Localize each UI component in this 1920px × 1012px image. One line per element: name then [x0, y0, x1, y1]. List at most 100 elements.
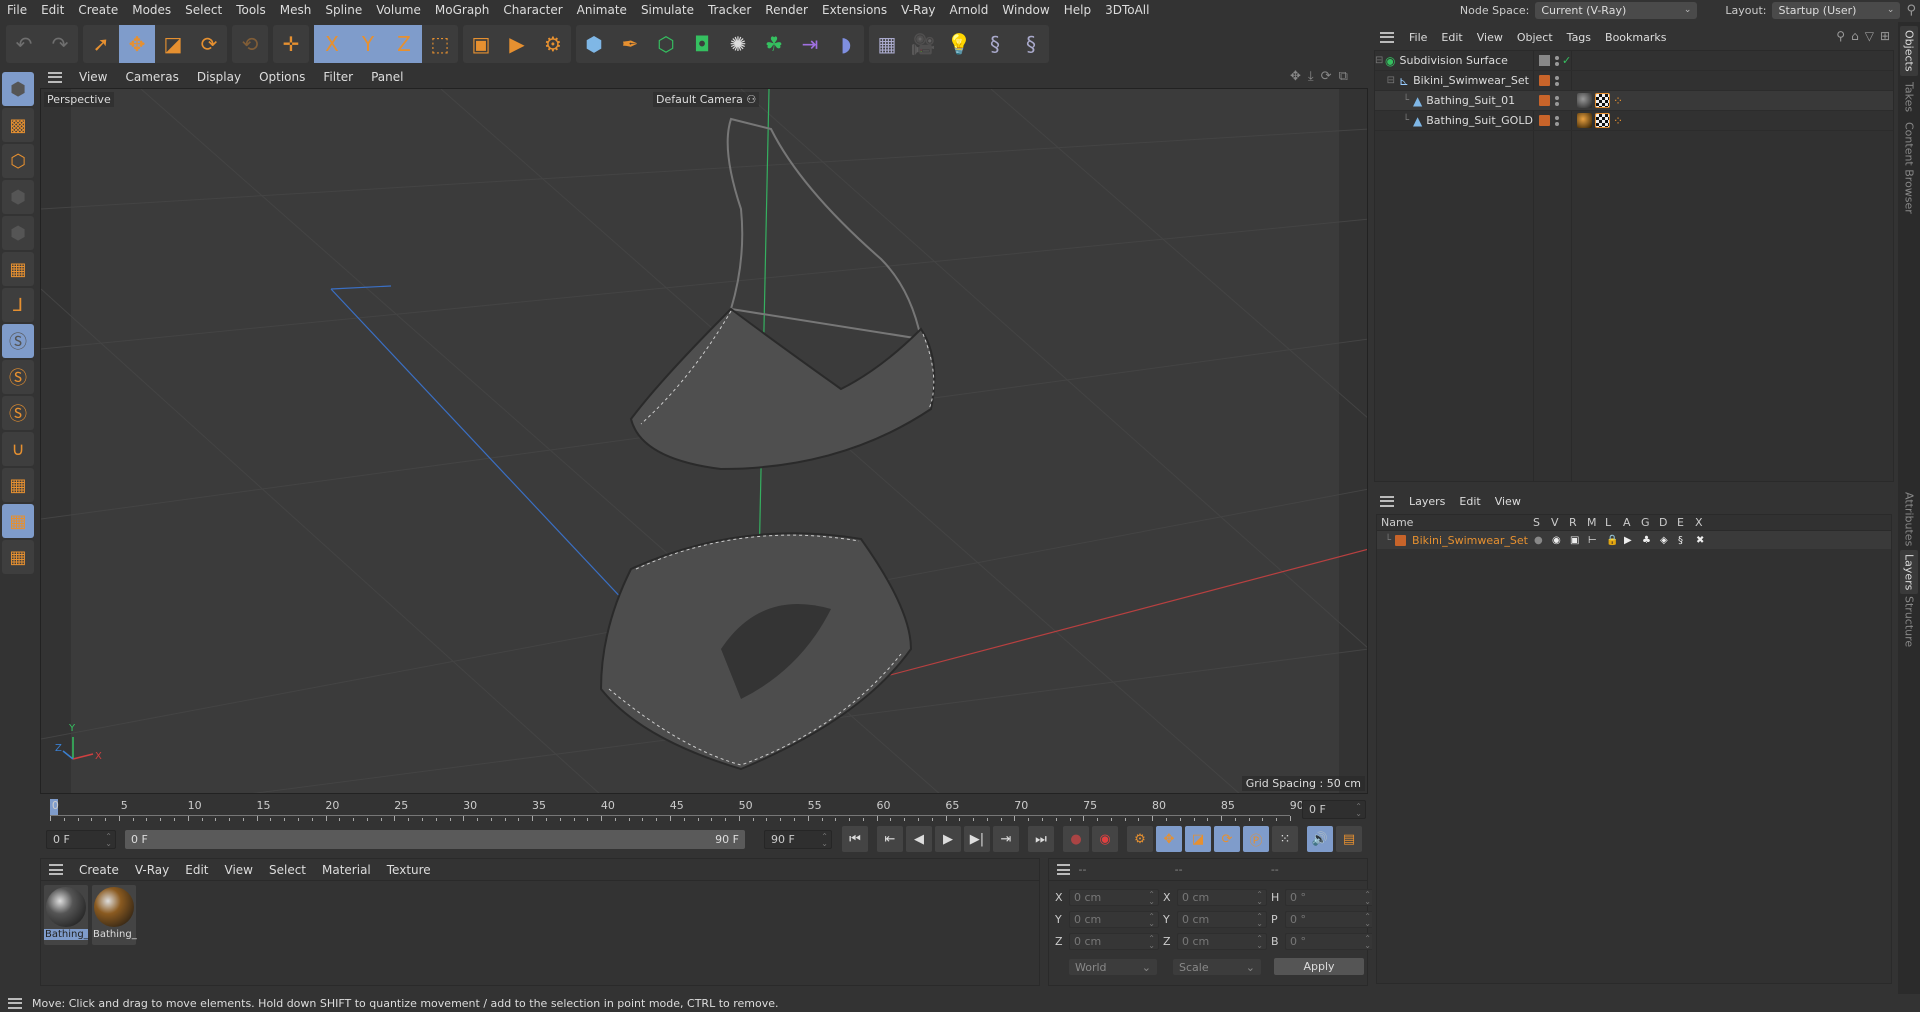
rotation-b-field[interactable]: 0 ° ⌃ ⌄: [1285, 933, 1375, 950]
layer-flag-a-icon[interactable]: ▶: [1624, 535, 1642, 546]
menu-render[interactable]: Render: [758, 3, 815, 17]
solo-off-button[interactable]: Ⓢ: [2, 324, 34, 358]
object-menu-edit[interactable]: Edit: [1434, 31, 1469, 44]
solo-button[interactable]: Ⓢ: [2, 360, 34, 394]
new-window-icon[interactable]: ⊞: [1880, 29, 1890, 43]
layer-flag-g-icon[interactable]: ♣: [1642, 535, 1660, 546]
layer-color-swatch[interactable]: [1539, 75, 1550, 86]
layer-flag-s-icon[interactable]: ●: [1534, 535, 1552, 546]
object-menu-icon[interactable]: [1380, 31, 1394, 43]
apply-button[interactable]: Apply: [1274, 958, 1364, 975]
layer-menu-icon[interactable]: [1380, 495, 1394, 507]
viewport-menu-display[interactable]: Display: [188, 70, 250, 84]
spinner-icon[interactable]: ⌃ ⌄: [1148, 934, 1155, 949]
layer-flag-d-icon[interactable]: ◈: [1660, 535, 1678, 546]
object-row[interactable]: ⊟ ⊾ Bikini_Swimwear_Set: [1375, 71, 1893, 91]
locked-workplane-button[interactable]: ▦: [2, 504, 34, 538]
viewport-menu-filter[interactable]: Filter: [314, 70, 362, 84]
visibility-dots[interactable]: [1555, 55, 1559, 66]
rotation-h-field[interactable]: 0 ° ⌃ ⌄: [1285, 889, 1375, 906]
layer-row[interactable]: └ Bikini_Swimwear_Set ● ◉ ▣ ⊢ 🔒 ▶ ♣ ◈ § ✖: [1377, 531, 1891, 549]
side-tab-structure[interactable]: Structure: [1900, 592, 1918, 651]
material-menu-icon[interactable]: [49, 864, 63, 875]
subdivision-button[interactable]: ⬡: [648, 25, 684, 63]
menu-3dtoall[interactable]: 3DToAll: [1098, 3, 1156, 17]
layer-menu-layers[interactable]: Layers: [1402, 495, 1452, 508]
spinner-icon[interactable]: ⌃ ⌄: [821, 832, 828, 847]
side-tab-takes[interactable]: Takes: [1900, 78, 1918, 116]
go-to-end-button[interactable]: ⏭: [1028, 826, 1054, 852]
layer-column-e[interactable]: E: [1675, 516, 1693, 529]
filter-icon[interactable]: ▽: [1865, 29, 1874, 43]
pen-button[interactable]: ✒: [612, 25, 648, 63]
object-menu-file[interactable]: File: [1402, 31, 1434, 44]
menu-select[interactable]: Select: [178, 3, 229, 17]
object-menu-view[interactable]: View: [1470, 31, 1510, 44]
menu-help[interactable]: Help: [1057, 3, 1098, 17]
material-menu-texture[interactable]: Texture: [379, 863, 439, 877]
spinner-icon[interactable]: ⌃ ⌄: [1256, 912, 1263, 927]
layer-flag-l-icon[interactable]: 🔒: [1606, 535, 1624, 546]
live-selection-button[interactable]: ➚: [83, 25, 119, 63]
viewport-menu-options[interactable]: Options: [250, 70, 314, 84]
side-tab-layers[interactable]: Layers: [1900, 550, 1918, 595]
layer-column-d[interactable]: D: [1657, 516, 1675, 529]
layer-flag-r-icon[interactable]: ▣: [1570, 535, 1588, 546]
autokey-button[interactable]: ◉: [1092, 826, 1118, 852]
render-picture-viewer-button[interactable]: ▶: [499, 25, 535, 63]
texture-mode-button[interactable]: ▩: [2, 108, 34, 142]
solo-hierarchy-button[interactable]: Ⓢ: [2, 396, 34, 430]
layer-flag-e-icon[interactable]: §: [1678, 535, 1696, 546]
dolly-icon[interactable]: ⤓: [1308, 69, 1314, 84]
position-z-field[interactable]: 0 cm ⌃ ⌄: [1069, 933, 1159, 950]
search-icon[interactable]: ⚲: [1836, 29, 1845, 43]
object-menu-object[interactable]: Object: [1510, 31, 1560, 44]
layer-menu-edit[interactable]: Edit: [1452, 495, 1487, 508]
key-parameter-button[interactable]: Ⓟ: [1243, 826, 1269, 852]
current-frame-field[interactable]: 0 F ⌃ ⌄: [1302, 800, 1366, 819]
layer-color-swatch[interactable]: [1539, 115, 1550, 126]
material-tag-icon[interactable]: [1577, 93, 1592, 108]
visibility-dots[interactable]: [1555, 115, 1559, 126]
coordinates-menu-icon[interactable]: [1057, 864, 1071, 875]
spinner-icon[interactable]: ⌃ ⌄: [1256, 934, 1263, 949]
pan-icon[interactable]: ✥: [1290, 69, 1301, 84]
start-frame-field[interactable]: 0 F ⌃ ⌄: [46, 830, 116, 849]
python-1-button[interactable]: §: [977, 25, 1013, 63]
camera-button[interactable]: 🎥: [905, 25, 941, 63]
previous-key-button[interactable]: ⇤: [877, 826, 903, 852]
coordinate-system-button[interactable]: ⬚: [422, 25, 458, 63]
coordinate-space-dropdown[interactable]: World ⌄: [1069, 959, 1157, 975]
object-menu-tags[interactable]: Tags: [1560, 31, 1598, 44]
next-key-button[interactable]: ⇥: [993, 826, 1019, 852]
mograph-cloner-button[interactable]: ✺: [720, 25, 756, 63]
menu-spline[interactable]: Spline: [318, 3, 369, 17]
viewport-menu-view[interactable]: View: [70, 70, 116, 84]
scale-button[interactable]: ◪: [155, 25, 191, 63]
viewport-menu-cameras[interactable]: Cameras: [116, 70, 187, 84]
menu-vray[interactable]: V-Ray: [894, 3, 942, 17]
menu-modes[interactable]: Modes: [125, 3, 178, 17]
material-swatch[interactable]: Bathing_: [44, 885, 89, 945]
floor-button[interactable]: ▦: [869, 25, 905, 63]
spinner-icon[interactable]: ⌃ ⌄: [1148, 912, 1155, 927]
spinner-icon[interactable]: ⌃ ⌄: [1364, 934, 1371, 949]
sound-button[interactable]: 🔊: [1307, 826, 1333, 852]
render-view-button[interactable]: ▣: [463, 25, 499, 63]
toggle-layout-icon[interactable]: ⧉: [1339, 69, 1348, 84]
size-z-field[interactable]: 0 cm ⌃ ⌄: [1177, 933, 1267, 950]
rotation-p-field[interactable]: 0 ° ⌃ ⌄: [1285, 911, 1375, 928]
points-mode-button[interactable]: ⬡: [2, 144, 34, 178]
status-menu-icon[interactable]: [8, 997, 22, 1009]
array-button[interactable]: ☘: [756, 25, 792, 63]
keyframe-settings-button[interactable]: ⚙: [1127, 826, 1153, 852]
preview-range-slider[interactable]: 0 F 90 F: [125, 830, 745, 849]
workplane-button[interactable]: ▦: [2, 468, 34, 502]
material-menu-select[interactable]: Select: [261, 863, 314, 877]
menu-window[interactable]: Window: [995, 3, 1056, 17]
position-x-field[interactable]: 0 cm ⌃ ⌄: [1069, 889, 1159, 906]
python-2-button[interactable]: §: [1013, 25, 1049, 63]
side-tab-content-browser[interactable]: Content Browser: [1900, 118, 1918, 218]
rotate-button[interactable]: ⟳: [191, 25, 227, 63]
workplane-cycle-button[interactable]: ▦: [2, 540, 34, 574]
